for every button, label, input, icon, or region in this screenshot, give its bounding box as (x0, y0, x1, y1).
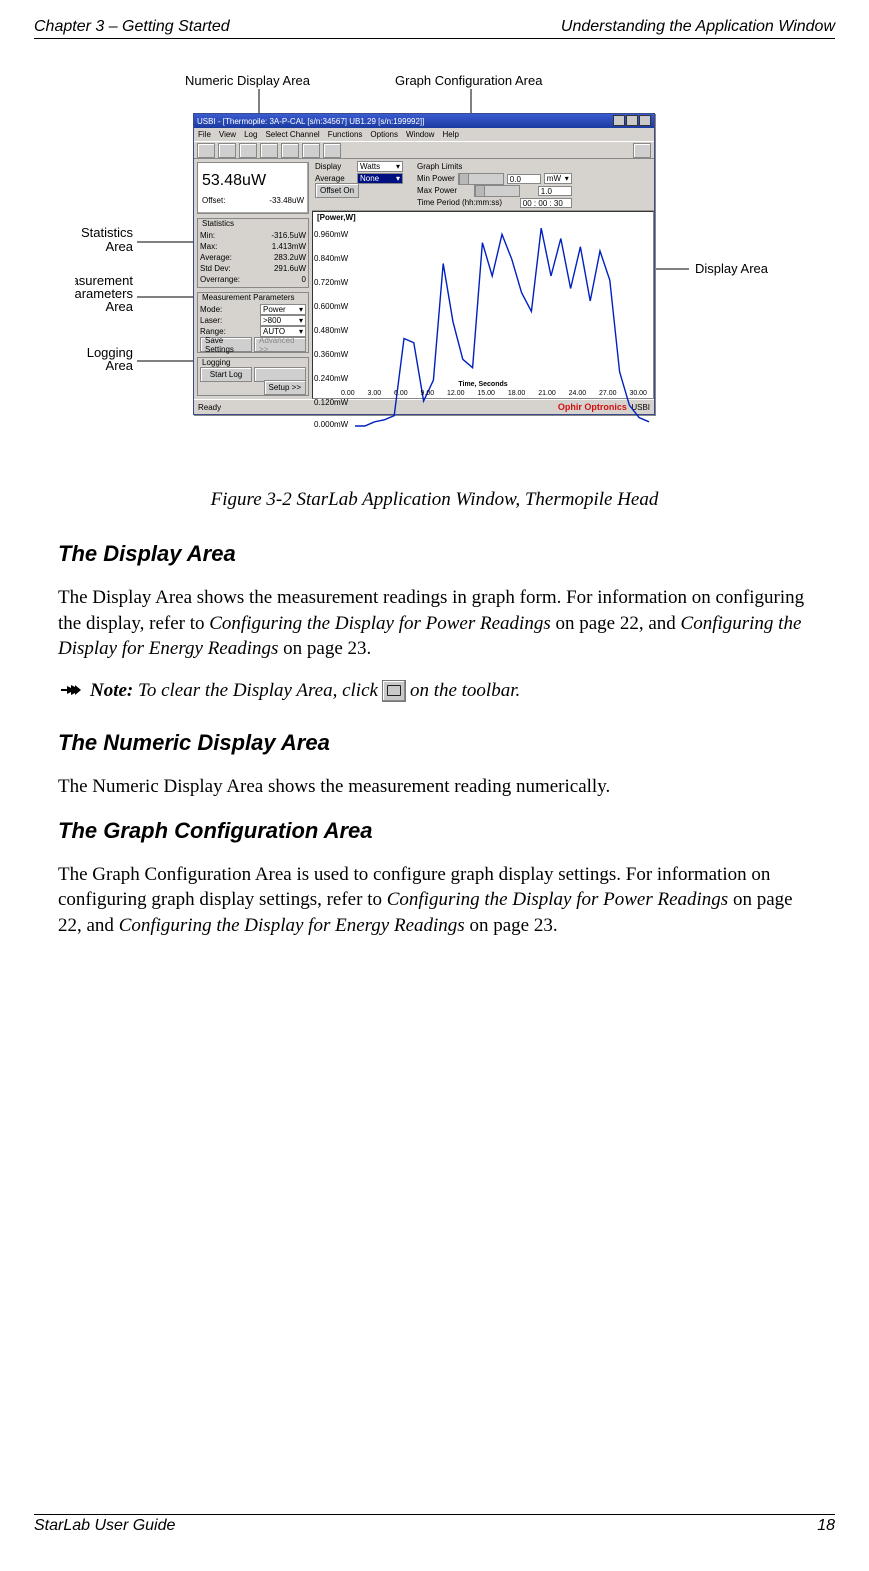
laser-select[interactable]: >800▾ (260, 315, 306, 326)
average-select[interactable]: None▾ (357, 173, 403, 184)
menu-options[interactable]: Options (370, 130, 398, 139)
page-number: 18 (817, 1517, 835, 1535)
minimize-icon[interactable] (613, 115, 625, 126)
time-period-field[interactable]: 00 : 00 : 30 (519, 198, 571, 208)
measurement-panel: Measurement Parameters Mode:Power▾ Laser… (197, 292, 309, 353)
maximize-icon[interactable] (626, 115, 638, 126)
display-config-row: DisplayWatts▾ AverageNone▾ Offset On Gra… (312, 159, 654, 211)
svg-text:Area: Area (105, 358, 133, 373)
note-line: Note: To clear the Display Area, click o… (58, 680, 811, 702)
toolbar-button[interactable] (218, 143, 236, 158)
meas-header: Measurement Parameters (200, 293, 306, 302)
window-buttons[interactable] (612, 115, 651, 128)
menu-help[interactable]: Help (442, 130, 458, 139)
app-window: USBI - [Thermopile: 3A-P-CAL [s/n:34567]… (193, 113, 655, 415)
pointing-hand-icon (58, 681, 86, 701)
mode-select[interactable]: Power▾ (260, 304, 306, 315)
close-icon[interactable] (639, 115, 651, 126)
figure-caption: Figure 3-2 StarLab Application Window, T… (58, 489, 811, 511)
toolbar-button[interactable] (323, 143, 341, 158)
para-display-area: The Display Area shows the measurement r… (58, 585, 811, 662)
svg-text:Area: Area (105, 299, 133, 314)
start-log-button[interactable]: Start Log (200, 367, 252, 382)
section-graph-config: The Graph Configuration Area (58, 818, 811, 844)
toolbar-button[interactable] (281, 143, 299, 158)
log-setup-button[interactable]: Setup >> (263, 380, 305, 395)
min-unit-select[interactable]: mW▾ (543, 173, 571, 184)
menu-window[interactable]: Window (405, 130, 433, 139)
toolbar-button[interactable] (302, 143, 320, 158)
header-right: Understanding the Application Window (561, 18, 835, 36)
min-power-field[interactable]: 0.0 (506, 174, 540, 184)
stats-header: Statistics (200, 219, 306, 228)
annot-numeric-display: Numeric Display Area (185, 73, 311, 88)
min-scroll[interactable] (457, 173, 503, 185)
offset-on-button[interactable]: Offset On (315, 183, 359, 198)
x-axis-label: Time, Seconds (313, 381, 653, 388)
toolbar (194, 141, 654, 159)
section-display-area: The Display Area (58, 541, 811, 567)
annot-statistics: Statistics (80, 225, 133, 240)
para-numeric-display: The Numeric Display Area shows the measu… (58, 774, 811, 800)
annot-display-area: Display Area (695, 261, 769, 276)
offset-value: -33.48uW (269, 196, 304, 205)
menu-view[interactable]: View (218, 130, 235, 139)
clear-display-icon[interactable] (382, 680, 406, 702)
figure: Numeric Display Area Graph Configuration… (58, 67, 811, 511)
max-scroll[interactable] (474, 185, 520, 197)
display-area-graph[interactable]: [Power,W] 0.960mW 0.840mW 0.720mW 0.600m… (312, 211, 654, 399)
numeric-value: 53.48uW (202, 172, 304, 190)
toolbar-button[interactable] (260, 143, 278, 158)
menu-log[interactable]: Log (244, 130, 257, 139)
toolbar-button[interactable] (197, 143, 215, 158)
menubar[interactable]: File View Log Select Channel Functions O… (194, 128, 654, 141)
toolbar-button[interactable] (633, 143, 651, 158)
window-titlebar[interactable]: USBI - [Thermopile: 3A-P-CAL [s/n:34567]… (194, 114, 654, 128)
section-numeric-display: The Numeric Display Area (58, 730, 811, 756)
x-axis: 0.003.006.009.0012.0015.0018.0021.0024.0… (313, 390, 653, 397)
save-settings-button[interactable]: Save Settings (200, 337, 252, 352)
statistics-panel: Statistics Min:-316.5uW Max:1.413mW Aver… (197, 218, 309, 288)
max-power-field[interactable]: 1.0 (537, 186, 571, 196)
menu-file[interactable]: File (198, 130, 211, 139)
menu-functions[interactable]: Functions (327, 130, 362, 139)
footer-title: StarLab User Guide (34, 1517, 175, 1535)
logging-panel: Logging Start Log Setup >> (197, 357, 309, 396)
graph-svg (313, 212, 653, 444)
annot-graph-config: Graph Configuration Area (395, 73, 543, 88)
menu-select-channel[interactable]: Select Channel (265, 130, 319, 139)
advanced-button[interactable]: Advanced >> (254, 337, 306, 352)
toolbar-button[interactable] (239, 143, 257, 158)
window-title: USBI - [Thermopile: 3A-P-CAL [s/n:34567]… (197, 117, 424, 126)
header-left: Chapter 3 – Getting Started (34, 18, 230, 36)
numeric-display: 53.48uW Offset: -33.48uW (197, 162, 309, 214)
offset-label: Offset: (202, 196, 225, 205)
logging-header: Logging (200, 358, 306, 367)
display-select[interactable]: Watts▾ (357, 161, 403, 172)
para-graph-config: The Graph Configuration Area is used to … (58, 862, 811, 939)
status-ready: Ready (198, 403, 221, 412)
svg-text:Area: Area (105, 239, 133, 254)
